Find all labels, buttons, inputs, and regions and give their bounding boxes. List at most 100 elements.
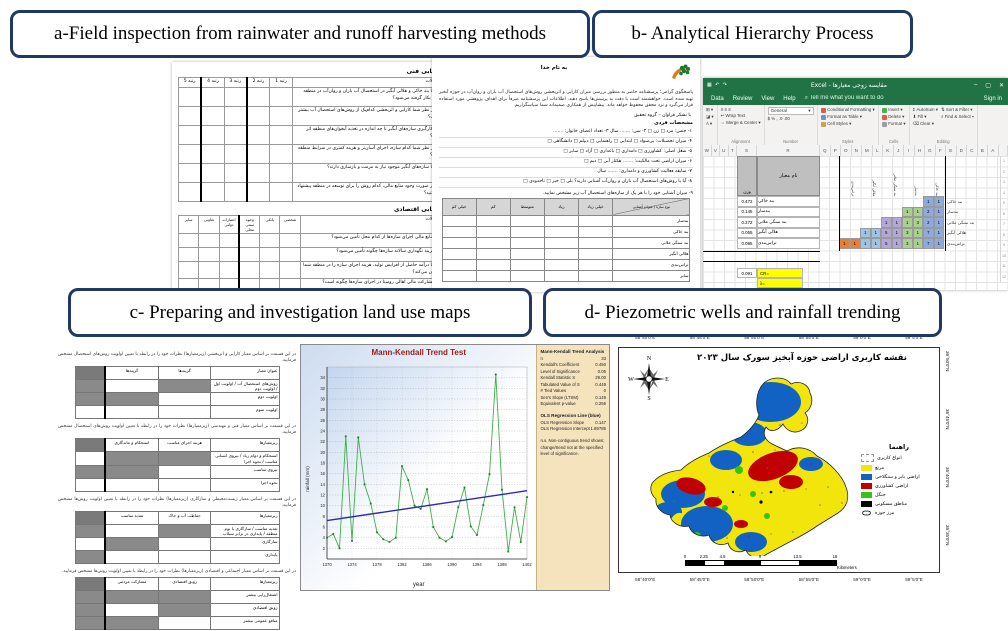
criterion-weight-cell[interactable]: 0.145 [737, 207, 757, 218]
column-header-N[interactable]: N [852, 145, 863, 156]
column-header-W[interactable]: W [703, 145, 712, 156]
criteria-cell[interactable] [75, 478, 105, 491]
styles-button-3[interactable]: Cell Styles ▾ [821, 121, 875, 127]
eco-answer-cell[interactable] [219, 261, 239, 278]
criteria-cell[interactable] [75, 524, 105, 538]
criteria-cell[interactable] [75, 393, 105, 406]
rank-cell[interactable] [270, 106, 293, 125]
criteria-cell[interactable] [158, 551, 211, 564]
merge-center-button[interactable]: ⇔ Merge & Center ▾ [721, 120, 761, 126]
rank-cell[interactable] [179, 125, 202, 144]
rank-cell[interactable] [247, 125, 270, 144]
matrix-cell[interactable]: 1 [892, 238, 903, 249]
familiarity-cell[interactable] [510, 215, 544, 226]
matrix-cell[interactable]: 3 [902, 228, 913, 239]
criteria-cell[interactable] [105, 604, 158, 617]
rank-cell[interactable] [201, 106, 224, 125]
criterion-weight-cell[interactable]: 0.472 [737, 196, 757, 207]
eco-answer-cell[interactable] [219, 233, 239, 247]
criterion-name-cell[interactable]: بند خاکی [757, 196, 820, 207]
matrix-cell[interactable]: 1 [871, 228, 882, 239]
rank-cell[interactable] [270, 144, 293, 163]
wrap-text-button[interactable]: ↩ Wrap Text [721, 113, 761, 119]
matrix-cell[interactable]: 1 [860, 238, 871, 249]
matrix-cell[interactable]: 3 [902, 238, 913, 249]
familiarity-cell[interactable] [510, 226, 544, 237]
rank-cell[interactable] [224, 182, 247, 201]
criteria-cell[interactable] [75, 379, 105, 393]
clear-button[interactable]: ⌫ Clear ▾ [913, 121, 938, 127]
familiarity-cell[interactable] [578, 226, 612, 237]
criteria-cell[interactable] [105, 406, 158, 419]
matrix-cell[interactable]: 1 [892, 217, 903, 228]
familiarity-cell[interactable] [476, 226, 510, 237]
matrix-cell[interactable]: 1 [934, 196, 945, 207]
styles-button-1[interactable]: Conditional Formatting ▾ [821, 107, 875, 113]
criteria-cell[interactable] [158, 452, 211, 466]
matrix-cell[interactable]: 1 [881, 217, 892, 228]
rank-cell[interactable] [224, 125, 247, 144]
eco-answer-cell[interactable] [280, 247, 300, 261]
criteria-cell[interactable] [158, 379, 211, 393]
column-header-A[interactable]: A [988, 145, 999, 156]
matrix-cell[interactable]: 1 [839, 238, 850, 249]
familiarity-cell[interactable] [510, 270, 544, 281]
column-header-P[interactable]: P [831, 145, 842, 156]
minimize-button[interactable]: – [970, 82, 981, 88]
tell-me-box[interactable]: ⌕ Tell me what you want to do [805, 95, 884, 102]
criteria-cell[interactable] [105, 538, 158, 551]
familiarity-cell[interactable] [442, 270, 476, 281]
eco-answer-cell[interactable] [179, 233, 199, 247]
sort-filter-button[interactable]: ⇅ Sort & Filter ▾ [941, 107, 974, 113]
criteria-cell[interactable] [75, 406, 105, 419]
column-header-F[interactable]: F [936, 145, 947, 156]
cells-button-format[interactable]: Format ▾ [882, 121, 906, 127]
criteria-cell[interactable] [158, 406, 211, 419]
criterion-name-cell[interactable]: هلالی آبگیر [757, 228, 820, 239]
eco-answer-cell[interactable] [199, 261, 219, 278]
criteria-cell[interactable] [158, 617, 211, 630]
familiarity-cell[interactable] [442, 226, 476, 237]
familiarity-cell[interactable] [578, 237, 612, 248]
column-header-I[interactable]: I [904, 145, 915, 156]
cr-label-cell[interactable]: CR= [757, 268, 803, 278]
column-header-O[interactable]: O [841, 145, 852, 156]
matrix-cell[interactable]: 1 [902, 207, 913, 218]
criterion-name-cell[interactable]: تراس‌بندی [757, 238, 820, 249]
rank-cell[interactable] [247, 182, 270, 201]
criterion-name-cell[interactable]: بند سنگی ملاتی [757, 217, 820, 228]
rank-cell[interactable] [247, 163, 270, 182]
matrix-cell[interactable]: 1 [850, 238, 861, 249]
ribbon-tab-view[interactable]: View [761, 96, 774, 102]
eco-answer-cell[interactable] [179, 247, 199, 261]
familiarity-cell[interactable] [442, 237, 476, 248]
column-header-G[interactable]: G [925, 145, 936, 156]
familiarity-cell[interactable] [476, 215, 510, 226]
column-header-R[interactable]: R [757, 145, 820, 156]
matrix-cell[interactable]: 1 [860, 228, 871, 239]
matrix-cell[interactable]: 7 [923, 228, 934, 239]
column-header-B[interactable]: B [978, 145, 989, 156]
rank-cell[interactable] [201, 163, 224, 182]
rank-cell[interactable] [201, 125, 224, 144]
find-select-button[interactable]: ⌕ Find & Select ▾ [941, 114, 974, 119]
criteria-cell[interactable] [158, 591, 211, 604]
criteria-cell[interactable] [158, 393, 211, 406]
matrix-cell[interactable]: 1 [913, 207, 924, 218]
matrix-cell[interactable]: 1 [871, 238, 882, 249]
fill-button[interactable]: ⬇ Fill ▾ [913, 114, 938, 120]
matrix-cell[interactable]: 1 [913, 228, 924, 239]
matrix-cell[interactable]: 5 [881, 228, 892, 239]
matrix-cell[interactable]: 7 [923, 238, 934, 249]
criteria-cell[interactable] [158, 604, 211, 617]
rank-cell[interactable] [247, 144, 270, 163]
eco-answer-cell[interactable] [219, 247, 239, 261]
criterion-weight-cell[interactable]: 0.095 [737, 238, 757, 249]
matrix-cell[interactable]: 5 [881, 238, 892, 249]
criteria-cell[interactable] [75, 591, 105, 604]
matrix-cell[interactable]: 2 [923, 207, 934, 218]
criterion-name-cell[interactable]: بندسار [757, 207, 820, 218]
familiarity-cell[interactable] [578, 259, 612, 270]
familiarity-cell[interactable] [442, 259, 476, 270]
criteria-cell[interactable] [105, 465, 158, 478]
